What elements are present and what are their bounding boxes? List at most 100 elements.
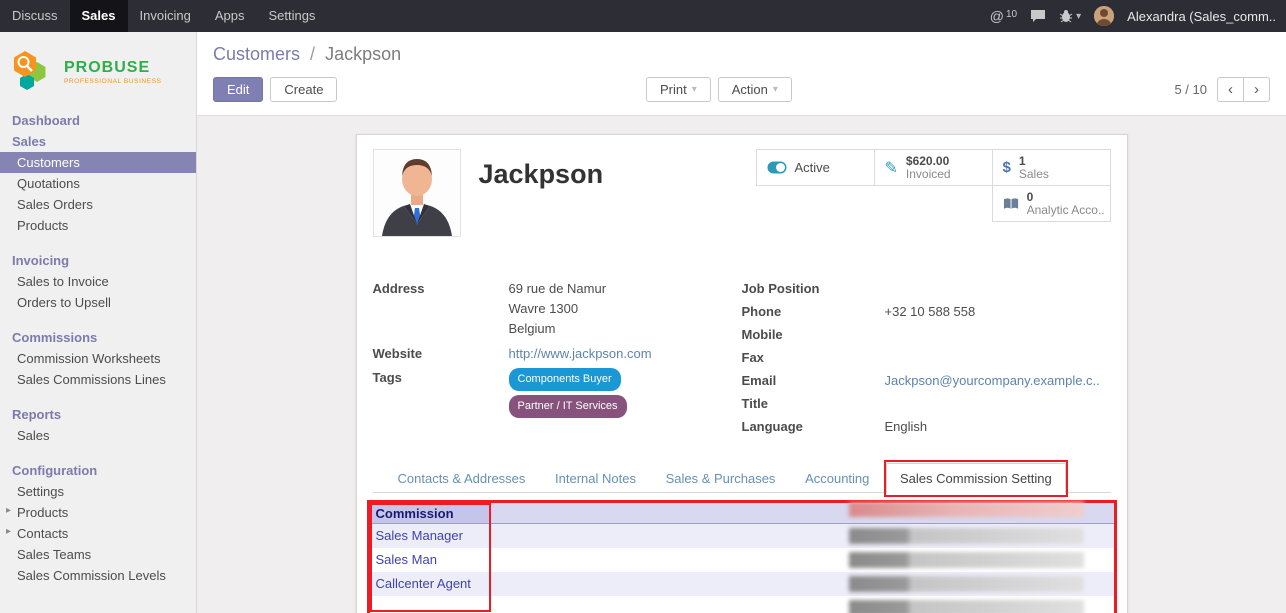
invoiced-stat-button[interactable]: ✎ $620.00 Invoiced bbox=[874, 149, 993, 186]
menu-discuss[interactable]: Discuss bbox=[0, 0, 70, 32]
analytic-accounts-stat-button[interactable]: 0 Analytic Acco... bbox=[992, 185, 1111, 222]
partner-avatar-image bbox=[374, 150, 460, 236]
menu-settings[interactable]: Settings bbox=[256, 0, 327, 32]
top-navbar: Discuss Sales Invoicing Apps Settings @ … bbox=[0, 0, 1286, 32]
sidebar-item-commission-worksheets[interactable]: Commission Worksheets bbox=[0, 348, 196, 369]
breadcrumb-customers[interactable]: Customers bbox=[213, 44, 300, 64]
sidebar: PROBUSE PROFESSIONAL BUSINESS Dashboard … bbox=[0, 32, 197, 613]
logo-subtitle: PROFESSIONAL BUSINESS bbox=[64, 78, 162, 85]
tag-badge-partner-it-services: Partner / IT Services bbox=[509, 395, 627, 418]
breadcrumb-separator: / bbox=[305, 44, 320, 64]
messages-button[interactable] bbox=[1030, 9, 1046, 23]
table-header-row: Commission Level bbox=[370, 503, 1114, 524]
address-line: Belgium bbox=[509, 319, 607, 339]
bug-icon bbox=[1059, 9, 1073, 23]
website-link[interactable]: http://www.jackpson.com bbox=[509, 344, 652, 363]
main-area: Customers / Jackpson Edit Create Print ▾… bbox=[197, 32, 1286, 613]
sidebar-item-sales-commissions-lines[interactable]: Sales Commissions Lines bbox=[0, 369, 196, 390]
create-button[interactable]: Create bbox=[270, 77, 337, 102]
language-value: English bbox=[885, 417, 928, 436]
stat-value: 0 bbox=[1027, 191, 1104, 204]
control-panel: Customers / Jackpson Edit Create Print ▾… bbox=[197, 32, 1286, 116]
sidebar-item-sales-orders[interactable]: Sales Orders bbox=[0, 194, 196, 215]
user-avatar[interactable] bbox=[1094, 6, 1114, 26]
chat-icon bbox=[1030, 9, 1046, 23]
sidebar-item-sales-teams[interactable]: Sales Teams bbox=[0, 544, 196, 565]
action-dropdown-button[interactable]: Action ▾ bbox=[718, 77, 792, 102]
sidebar-heading-commissions[interactable]: Commissions bbox=[0, 327, 196, 348]
sidebar-heading-reports[interactable]: Reports bbox=[0, 404, 196, 425]
breadcrumb-current: Jackpson bbox=[325, 44, 401, 64]
fax-label: Fax bbox=[742, 348, 885, 367]
address-line: 69 rue de Namur bbox=[509, 279, 607, 299]
mobile-label: Mobile bbox=[742, 325, 885, 344]
user-avatar-image bbox=[1094, 6, 1114, 26]
debug-menu-button[interactable]: ▾ bbox=[1059, 9, 1081, 23]
activities-button[interactable]: @ 10 bbox=[990, 8, 1017, 24]
tab-sales-commission-setting[interactable]: Sales Commission Setting bbox=[886, 463, 1066, 494]
commission-level-cell: Callcenter Agent bbox=[376, 576, 471, 591]
email-link[interactable]: Jackpson@yourcompany.example.c.. bbox=[885, 371, 1100, 390]
sidebar-heading-dashboard[interactable]: Dashboard bbox=[0, 110, 196, 131]
print-label: Print bbox=[660, 82, 687, 97]
commission-table: Commission Level Sales Manager Sales Man… bbox=[367, 500, 1117, 613]
active-stat-button[interactable]: Active bbox=[756, 149, 875, 186]
edit-button[interactable]: Edit bbox=[213, 77, 263, 102]
expand-arrow-icon: ▸ bbox=[6, 526, 11, 537]
sidebar-item-quotations[interactable]: Quotations bbox=[0, 173, 196, 194]
redacted-cell bbox=[849, 552, 1084, 568]
partner-fields: Address 69 rue de Namur Wavre 1300 Belgi… bbox=[373, 279, 1111, 440]
pager-next-button[interactable]: › bbox=[1243, 77, 1270, 102]
sidebar-item-config-products[interactable]: ▸ Products bbox=[0, 502, 196, 523]
sidebar-heading-configuration[interactable]: Configuration bbox=[0, 460, 196, 481]
user-menu[interactable]: Alexandra (Sales_comm.. bbox=[1127, 9, 1276, 24]
tag-badge-components-buyer: Components Buyer bbox=[509, 368, 621, 391]
commission-level-header: Commission Level bbox=[370, 503, 490, 523]
commission-level-cell: Sales Man bbox=[376, 552, 437, 567]
action-label: Action bbox=[732, 82, 768, 97]
language-label: Language bbox=[742, 417, 885, 436]
stat-label: Active bbox=[795, 160, 830, 175]
menu-sales[interactable]: Sales bbox=[70, 0, 128, 32]
menu-apps[interactable]: Apps bbox=[203, 0, 257, 32]
tags-value: Components Buyer Partner / IT Services bbox=[509, 368, 627, 422]
sidebar-item-products[interactable]: Products bbox=[0, 215, 196, 236]
sidebar-item-config-contacts[interactable]: ▸ Contacts bbox=[0, 523, 196, 544]
sidebar-item-orders-to-upsell[interactable]: Orders to Upsell bbox=[0, 292, 196, 313]
sidebar-item-label: Contacts bbox=[17, 526, 68, 541]
tab-accounting[interactable]: Accounting bbox=[792, 464, 882, 493]
table-row-sales-manager[interactable]: Sales Manager bbox=[370, 524, 1114, 548]
tab-internal-notes[interactable]: Internal Notes bbox=[542, 464, 649, 493]
redacted-cell bbox=[849, 576, 1084, 592]
app-logo[interactable]: PROBUSE PROFESSIONAL BUSINESS bbox=[0, 32, 196, 110]
logo-title: PROBUSE bbox=[64, 60, 162, 76]
redacted-cell bbox=[849, 600, 1084, 613]
table-row-empty bbox=[370, 596, 1114, 613]
sidebar-heading-invoicing[interactable]: Invoicing bbox=[0, 250, 196, 271]
breadcrumb: Customers / Jackpson bbox=[213, 44, 1270, 65]
sidebar-item-config-settings[interactable]: Settings bbox=[0, 481, 196, 502]
pager-previous-button[interactable]: ‹ bbox=[1217, 77, 1244, 102]
partner-header: Jackpson Active ✎ $620.00 Invoiced bbox=[373, 149, 1111, 265]
sidebar-item-sales-commission-levels[interactable]: Sales Commission Levels bbox=[0, 565, 196, 586]
dollar-icon: $ bbox=[1003, 159, 1011, 176]
stat-label: Analytic Acco... bbox=[1027, 204, 1104, 217]
caret-down-icon: ▾ bbox=[1076, 11, 1081, 22]
sales-stat-button[interactable]: $ 1 Sales bbox=[992, 149, 1111, 186]
tab-sales-purchases[interactable]: Sales & Purchases bbox=[653, 464, 789, 493]
sidebar-heading-sales[interactable]: Sales bbox=[0, 131, 196, 152]
tab-contacts-addresses[interactable]: Contacts & Addresses bbox=[385, 464, 539, 493]
sidebar-item-report-sales[interactable]: Sales bbox=[0, 425, 196, 446]
caret-down-icon: ▾ bbox=[773, 84, 778, 95]
menu-invoicing[interactable]: Invoicing bbox=[128, 0, 203, 32]
stat-label: Invoiced bbox=[906, 168, 951, 181]
sidebar-item-label: Products bbox=[17, 505, 68, 520]
table-row-sales-man[interactable]: Sales Man bbox=[370, 548, 1114, 572]
sidebar-item-customers[interactable]: Customers bbox=[0, 152, 196, 173]
redacted-header-cell bbox=[849, 502, 1084, 517]
address-value: 69 rue de Namur Wavre 1300 Belgium bbox=[509, 279, 607, 339]
print-dropdown-button[interactable]: Print ▾ bbox=[646, 77, 711, 102]
title-label: Title bbox=[742, 394, 885, 413]
table-row-callcenter-agent[interactable]: Callcenter Agent bbox=[370, 572, 1114, 596]
sidebar-item-sales-to-invoice[interactable]: Sales to Invoice bbox=[0, 271, 196, 292]
